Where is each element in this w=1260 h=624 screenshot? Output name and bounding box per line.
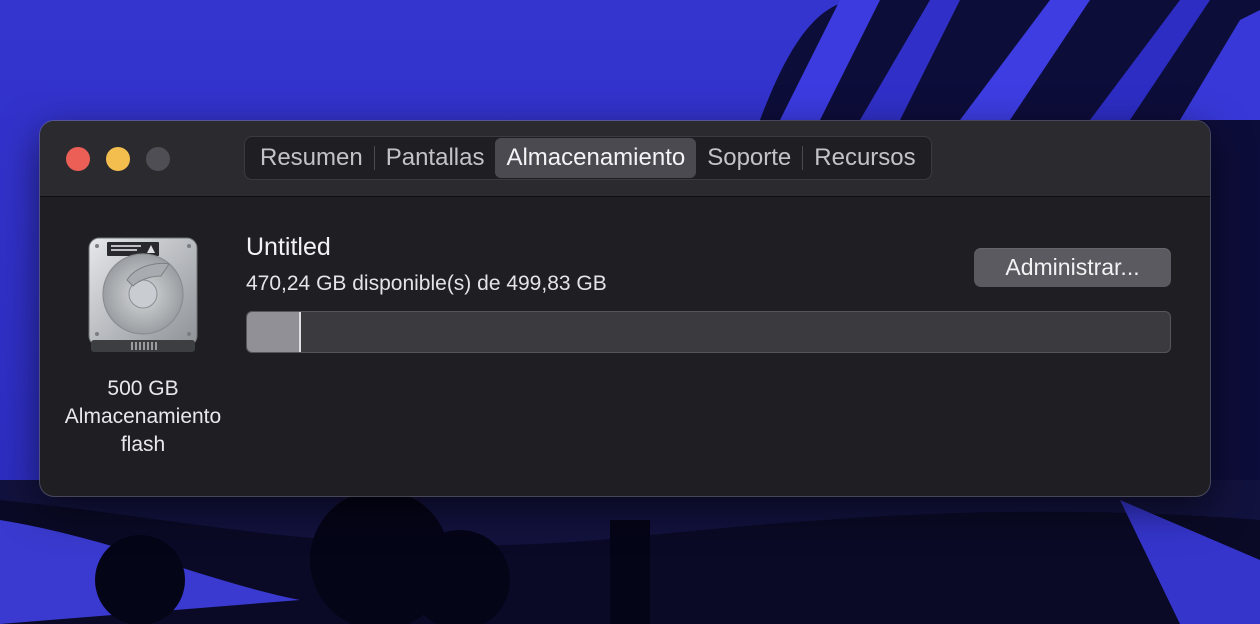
tab-resumen[interactable]: Resumen: [249, 138, 374, 178]
disk-caption: 500 GB Almacenamiento flash: [40, 375, 246, 459]
tab-almacenamiento[interactable]: Almacenamiento: [495, 138, 697, 178]
disk-type-suffix: flash: [120, 433, 166, 456]
close-button[interactable]: [66, 147, 90, 171]
tab-pantallas[interactable]: Pantallas: [375, 138, 496, 178]
tab-recursos[interactable]: Recursos: [803, 138, 926, 178]
tab-bar: Resumen Pantallas Almacenamiento Soporte…: [244, 136, 932, 180]
storage-usage-bar: [246, 311, 1171, 353]
disk-type: Almacenamiento: [64, 405, 222, 428]
storage-used-segment: [247, 312, 302, 352]
volume-name: Untitled: [246, 233, 331, 261]
manage-button[interactable]: Administrar...: [974, 248, 1171, 287]
system-info-window: Resumen Pantallas Almacenamiento Soporte…: [40, 121, 1210, 496]
minimize-button[interactable]: [106, 147, 130, 171]
zoom-button[interactable]: [146, 147, 170, 171]
volume-capacity-info: 470,24 GB disponible(s) de 499,83 GB: [246, 272, 607, 295]
title-bar: Resumen Pantallas Almacenamiento Soporte…: [40, 121, 1210, 197]
hard-drive-icon: [88, 237, 198, 352]
tab-soporte[interactable]: Soporte: [696, 138, 802, 178]
disk-capacity: 500 GB: [107, 377, 179, 400]
